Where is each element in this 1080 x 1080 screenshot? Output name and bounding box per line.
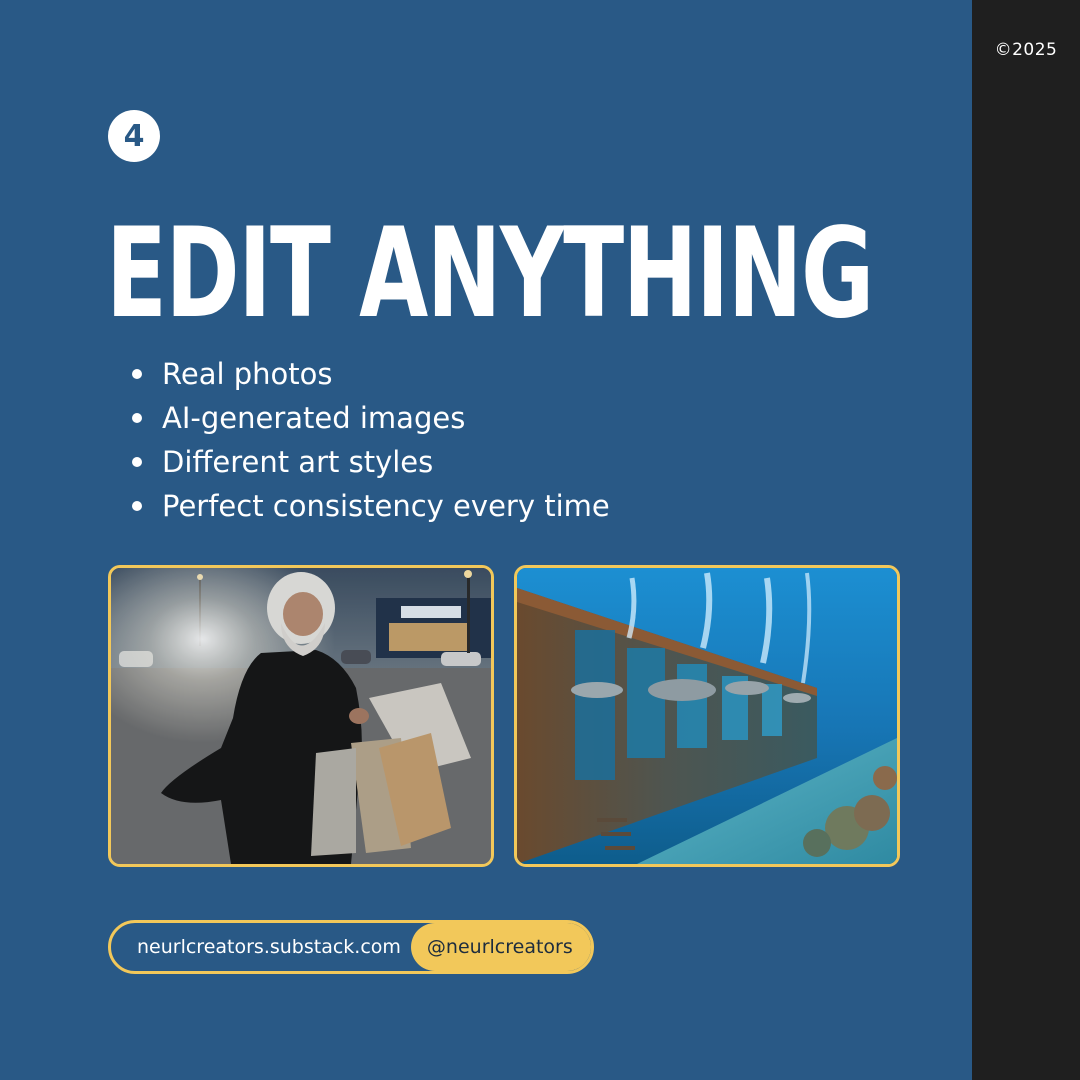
bullet-icon: [132, 369, 142, 379]
step-number-badge: 4: [108, 110, 160, 162]
bullet-icon: [132, 501, 142, 511]
list-item-label: AI-generated images: [162, 401, 466, 435]
list-item: Real photos: [128, 352, 610, 396]
underwater-train-photo-image: [517, 568, 897, 864]
list-item: Different art styles: [128, 440, 610, 484]
underwater-train-photo: [514, 565, 900, 867]
list-item-label: Perfect consistency every time: [162, 489, 610, 523]
list-item: AI-generated images: [128, 396, 610, 440]
slide: ©2025 4 EDIT ANYTHING Real photos AI-gen…: [0, 0, 1080, 1080]
feature-list: Real photos AI-generated images Differen…: [128, 352, 610, 528]
page-title: EDIT ANYTHING: [106, 202, 874, 346]
list-item-label: Real photos: [162, 357, 333, 391]
side-bar: [972, 0, 1080, 1080]
substack-link[interactable]: neurlcreators.substack.com: [111, 923, 411, 971]
social-handle[interactable]: @neurlcreators: [410, 923, 591, 971]
list-item-label: Different art styles: [162, 445, 434, 479]
list-item: Perfect consistency every time: [128, 484, 610, 528]
shopping-bags-photo-image: [111, 568, 491, 864]
bullet-icon: [132, 413, 142, 423]
copyright-label: ©2025: [994, 40, 1058, 60]
content-panel: [0, 0, 972, 1080]
bullet-icon: [132, 457, 142, 467]
shopping-bags-photo: [108, 565, 494, 867]
footer-link-pill: neurlcreators.substack.com @neurlcreator…: [108, 920, 594, 974]
